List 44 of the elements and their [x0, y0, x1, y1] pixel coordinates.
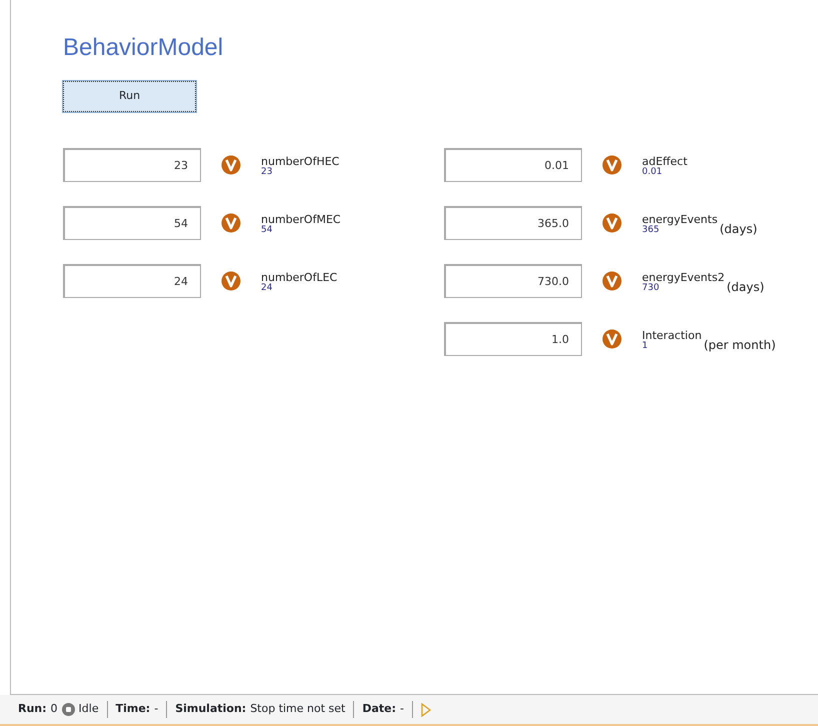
variable-icon — [602, 212, 622, 233]
status-value: - — [154, 701, 158, 718]
run-button[interactable]: Run — [63, 80, 196, 112]
variable-icon — [602, 270, 622, 291]
status-value: 0 — [50, 701, 58, 718]
variable-icon — [221, 154, 241, 175]
status-label: Run: — [18, 701, 47, 718]
value-field[interactable]: 365.0 — [444, 206, 582, 240]
value-field[interactable]: 730.0 — [444, 264, 582, 298]
value-field[interactable]: 24 — [63, 264, 201, 298]
status-value: Stop time not set — [250, 701, 346, 718]
variable-icon — [602, 154, 622, 175]
variable-icon — [602, 328, 622, 349]
value-field[interactable]: 0.01 — [444, 148, 582, 182]
model-title: BehaviorModel — [63, 34, 224, 63]
variable-name: numberOfHEC — [261, 156, 340, 168]
variable-value: 1 — [642, 342, 649, 351]
value-field[interactable]: 54 — [63, 206, 201, 240]
variable-name: numberOfLEC — [261, 272, 338, 284]
variable-value: 365 — [642, 226, 660, 235]
variable-value: 0.01 — [642, 168, 664, 177]
status-label: Simulation: — [175, 701, 246, 718]
variable-icon — [221, 270, 241, 291]
variable-name: Interaction — [642, 330, 702, 342]
status-value: - — [400, 701, 404, 718]
stop-icon — [62, 703, 75, 716]
play-icon[interactable] — [421, 702, 432, 716]
variable-name: energyEvents2 — [642, 272, 725, 284]
variable-value: 54 — [261, 226, 274, 235]
variable-unit: (days) — [720, 220, 758, 238]
variable-icon — [221, 212, 241, 233]
variable-value: 24 — [261, 284, 274, 293]
status-label: Date: — [362, 701, 396, 718]
variable-name: numberOfMEC — [261, 214, 341, 226]
status-label: Time: — [116, 701, 150, 718]
variable-unit: (per month) — [704, 336, 776, 354]
value-field[interactable]: 23 — [63, 148, 201, 182]
value-field[interactable]: 1.0 — [444, 322, 582, 356]
variable-name: adEffect — [642, 156, 688, 168]
variable-name: energyEvents — [642, 214, 718, 226]
variable-value: 23 — [261, 168, 274, 177]
variable-value: 730 — [642, 284, 660, 293]
variable-unit: (days) — [726, 278, 764, 296]
run-state: Idle — [78, 701, 99, 718]
